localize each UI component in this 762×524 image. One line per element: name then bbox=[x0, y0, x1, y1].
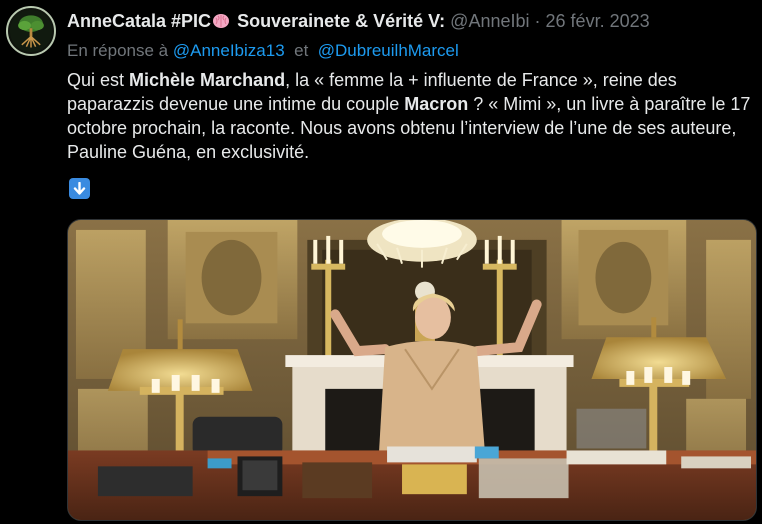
display-name-text: AnneCatala #PIC bbox=[67, 11, 212, 31]
display-name[interactable]: AnneCatala #PIC Souverainete & Vérité V: bbox=[67, 11, 445, 31]
bold-name-marchand: Michèle Marchand bbox=[129, 70, 286, 90]
down-arrow-emoji-icon bbox=[69, 178, 90, 199]
tree-roots-avatar-icon bbox=[9, 9, 53, 53]
mention-dubreuilhmarcel[interactable]: @DubreuilhMarcel bbox=[318, 41, 459, 60]
tweet[interactable]: AnneCatala #PIC Souverainete & Vérité V:… bbox=[0, 0, 762, 524]
reply-joiner: et bbox=[294, 41, 309, 60]
separator-dot: · bbox=[534, 11, 541, 31]
mention-anneibiza13[interactable]: @AnneIbiza13 bbox=[173, 41, 285, 60]
avatar[interactable] bbox=[6, 6, 56, 56]
photo-icon bbox=[68, 220, 756, 520]
text-part-1: Qui est bbox=[67, 70, 130, 90]
tweet-text: Qui est Michèle Marchand, la « femme la … bbox=[67, 68, 757, 164]
handle[interactable]: @AnneIbi bbox=[450, 11, 529, 31]
reply-prefix: En réponse à bbox=[67, 41, 169, 60]
brain-emoji-icon bbox=[213, 14, 230, 28]
tweet-photo[interactable] bbox=[67, 219, 757, 521]
tweet-header: AnneCatala #PIC Souverainete & Vérité V:… bbox=[67, 9, 754, 33]
display-name-suffix: Souverainete & Vérité V: bbox=[237, 11, 446, 31]
reply-context: En réponse à @AnneIbiza13 et @DubreuilhM… bbox=[67, 40, 459, 62]
timestamp[interactable]: 26 févr. 2023 bbox=[546, 11, 650, 31]
bold-name-macron: Macron bbox=[404, 94, 469, 114]
